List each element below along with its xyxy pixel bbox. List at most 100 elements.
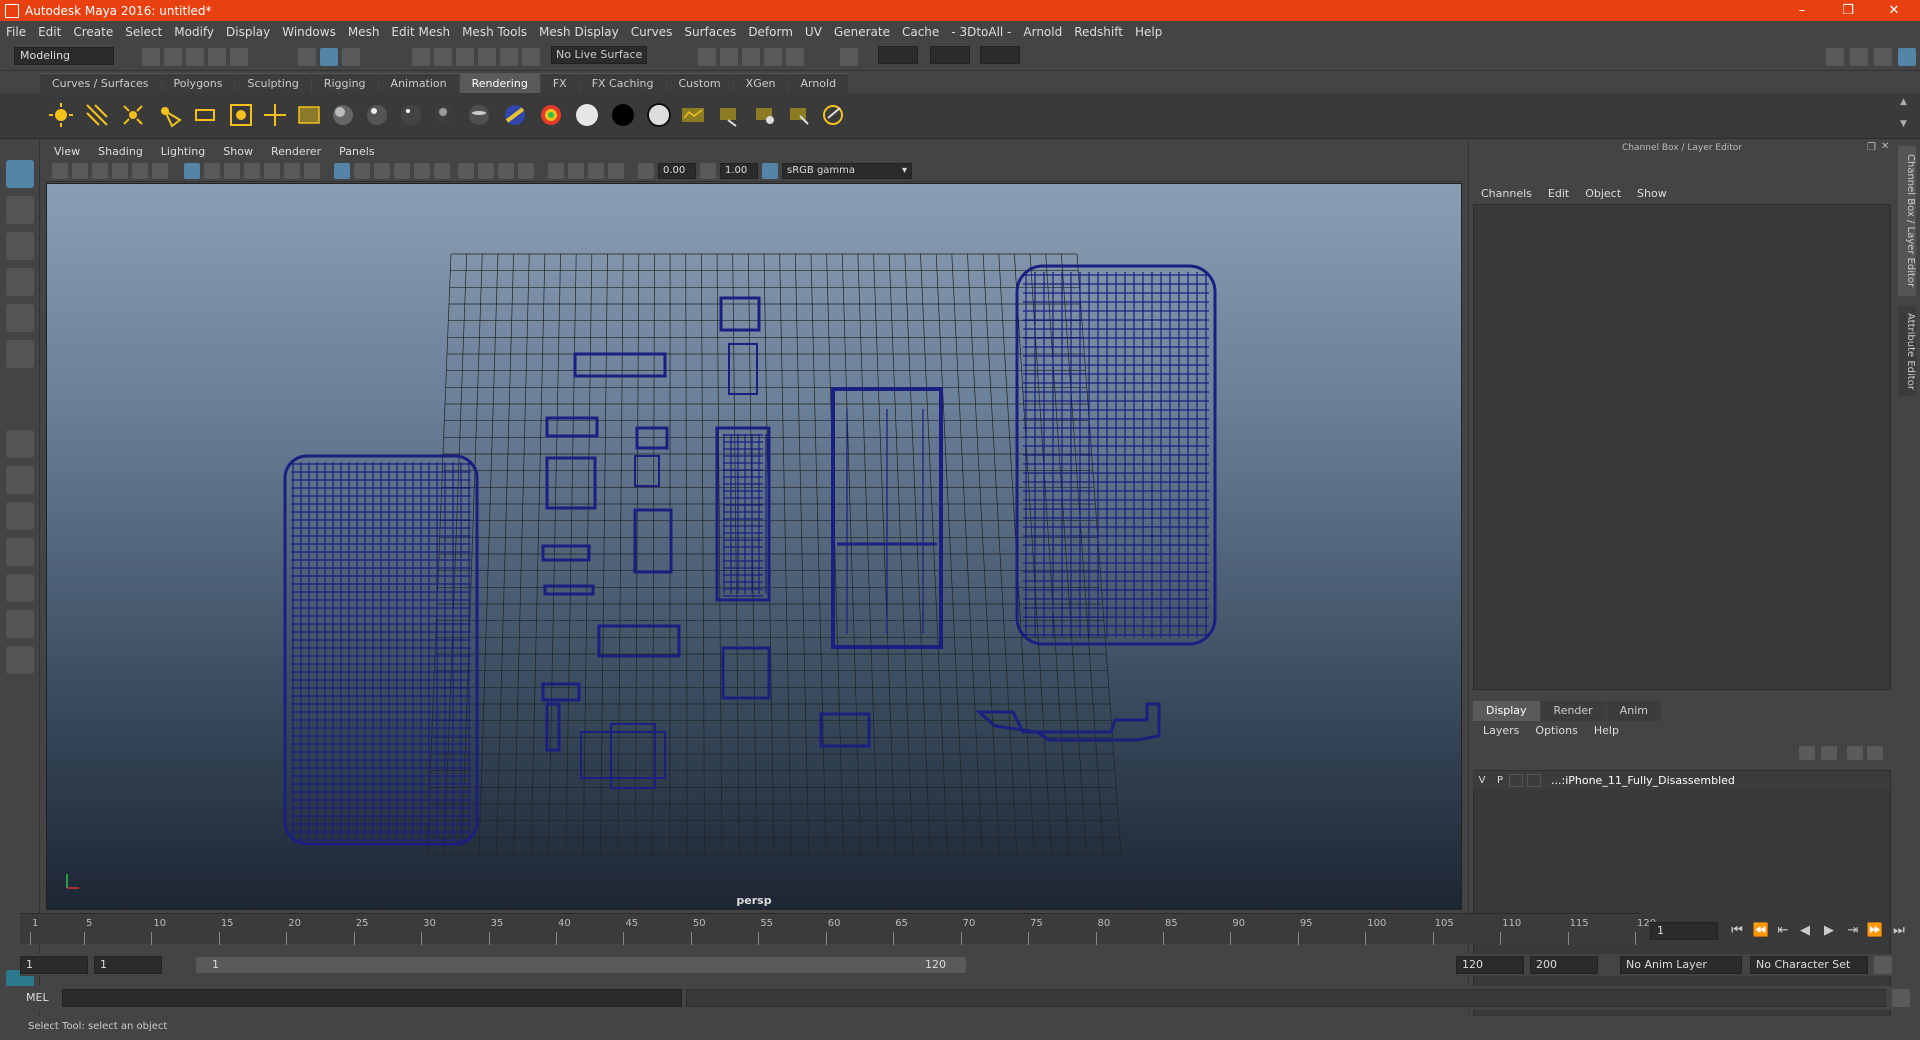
minimize-button[interactable]: –: [1779, 0, 1825, 21]
resolution-gate-icon[interactable]: [224, 163, 240, 179]
shelf-tab-rendering[interactable]: Rendering: [459, 73, 540, 93]
film-gate-icon[interactable]: [204, 163, 220, 179]
exposure-field[interactable]: 0.00: [658, 163, 696, 179]
side-tab-attribute-editor[interactable]: Attribute Editor: [1898, 306, 1916, 396]
paint-select-tool-icon[interactable]: [6, 232, 34, 260]
maximize-button[interactable]: ❐: [1825, 0, 1871, 21]
safe-title-icon[interactable]: [304, 163, 320, 179]
default-material-icon[interactable]: [374, 163, 390, 179]
toggle-tool-settings-icon[interactable]: [1874, 48, 1892, 66]
layer-playback-toggle[interactable]: P: [1491, 775, 1509, 786]
exposure-icon[interactable]: [638, 163, 654, 179]
playback-end-field[interactable]: 120: [1456, 956, 1524, 974]
area-light-icon[interactable]: [192, 102, 218, 128]
undo-icon[interactable]: [208, 48, 226, 66]
toggle-modeling-toolkit-icon[interactable]: [1826, 48, 1844, 66]
le-tab-anim[interactable]: Anim: [1606, 701, 1661, 721]
x-field[interactable]: [878, 46, 918, 64]
spot-light-icon[interactable]: [156, 102, 182, 128]
close-button[interactable]: ✕: [1871, 0, 1917, 21]
camera-select-icon[interactable]: [52, 163, 68, 179]
textured-icon[interactable]: [414, 163, 430, 179]
vp-menu-panels[interactable]: Panels: [339, 145, 374, 158]
z-field[interactable]: [980, 46, 1020, 64]
rotate-tool-icon[interactable]: [6, 304, 34, 332]
snap-curve-icon[interactable]: [434, 48, 452, 66]
menu-edit[interactable]: Edit: [38, 25, 61, 39]
grease-pencil-icon[interactable]: [152, 163, 168, 179]
menu-generate[interactable]: Generate: [834, 25, 890, 39]
menu-arnold[interactable]: Arnold: [1023, 25, 1062, 39]
persp-hypershade-layout-icon[interactable]: [6, 574, 34, 602]
shelf-tab-rigging[interactable]: Rigging: [311, 73, 378, 93]
render-layer-icon[interactable]: [680, 102, 706, 128]
side-tab-channel-box[interactable]: Channel Box / Layer Editor: [1898, 146, 1916, 296]
layout-options-icon[interactable]: [6, 646, 34, 674]
playback-start-field[interactable]: 1: [94, 956, 162, 974]
bookmark-icon[interactable]: [92, 163, 108, 179]
grid-toggle-icon[interactable]: [184, 163, 200, 179]
anim-layer-select[interactable]: No Anim Layer: [1620, 956, 1742, 974]
transform-mode-icon[interactable]: [840, 48, 858, 66]
cb-menu-show[interactable]: Show: [1637, 187, 1667, 200]
menu-edit-mesh[interactable]: Edit Mesh: [391, 25, 450, 39]
perspective-viewport[interactable]: persp: [46, 183, 1462, 910]
menu-select[interactable]: Select: [125, 25, 162, 39]
menu-help[interactable]: Help: [1135, 25, 1162, 39]
shelf-tab-animation[interactable]: Animation: [378, 73, 459, 93]
le-menu-help[interactable]: Help: [1594, 724, 1619, 737]
field-chart-icon[interactable]: [264, 163, 280, 179]
phong-icon[interactable]: [398, 102, 424, 128]
anisotropic-icon[interactable]: [466, 102, 492, 128]
step-back-frame-icon[interactable]: ⏪: [1752, 922, 1770, 940]
menu-uv[interactable]: UV: [805, 25, 822, 39]
layer-color-swatch[interactable]: [1527, 774, 1541, 787]
step-forward-key-icon[interactable]: ⇥: [1844, 922, 1862, 940]
live-surface-field[interactable]: No Live Surface: [551, 46, 647, 64]
directional-light-icon[interactable]: [84, 102, 110, 128]
go-to-start-icon[interactable]: ⏮: [1728, 922, 1746, 940]
snap-point-icon[interactable]: [456, 48, 474, 66]
animation-end-field[interactable]: 200: [1530, 956, 1598, 974]
four-view-layout-icon[interactable]: [6, 466, 34, 494]
save-scene-icon[interactable]: [186, 48, 204, 66]
new-empty-layer-icon[interactable]: [1847, 746, 1863, 760]
step-back-key-icon[interactable]: ⇤: [1774, 922, 1792, 940]
command-language-label[interactable]: MEL: [26, 991, 49, 1004]
animation-start-field[interactable]: 1: [20, 956, 88, 974]
vp-menu-shading[interactable]: Shading: [98, 145, 143, 158]
blinn-icon[interactable]: [364, 102, 390, 128]
render-frame-icon[interactable]: [720, 48, 738, 66]
layer-display-type[interactable]: [1509, 774, 1523, 787]
layer-visibility-toggle[interactable]: V: [1473, 775, 1491, 786]
menu-mesh[interactable]: Mesh: [348, 25, 380, 39]
xray-joints-icon[interactable]: [588, 163, 604, 179]
phongE-icon[interactable]: [432, 102, 458, 128]
menu-display[interactable]: Display: [226, 25, 270, 39]
lasso-tool-icon[interactable]: [6, 196, 34, 224]
mode-selector[interactable]: Modeling: [14, 47, 114, 65]
snap-live-icon[interactable]: [522, 48, 540, 66]
point-light-icon[interactable]: [120, 102, 146, 128]
view-transform-select[interactable]: sRGB gamma ▾: [782, 163, 912, 179]
menu-file[interactable]: File: [6, 25, 26, 39]
ambient-light-icon[interactable]: [48, 102, 74, 128]
two-d-pan-icon[interactable]: [132, 163, 148, 179]
move-tool-icon[interactable]: [6, 268, 34, 296]
shelf-tab-xgen[interactable]: XGen: [733, 73, 788, 93]
select-hierarchy-icon[interactable]: [298, 48, 316, 66]
float-panel-icon[interactable]: ❐: [1867, 142, 1876, 153]
cb-menu-channels[interactable]: Channels: [1481, 187, 1532, 200]
shelf-scroll-down-icon[interactable]: ▼: [1900, 119, 1907, 129]
xray-components-icon[interactable]: [608, 163, 624, 179]
xray-icon[interactable]: [568, 163, 584, 179]
shelf-tab-curves-surfaces[interactable]: Curves / Surfaces: [40, 73, 161, 93]
le-menu-layers[interactable]: Layers: [1483, 724, 1519, 737]
vp-menu-view[interactable]: View: [54, 145, 80, 158]
vp-menu-lighting[interactable]: Lighting: [161, 145, 205, 158]
play-backwards-icon[interactable]: ◀: [1796, 922, 1814, 940]
menu-modify[interactable]: Modify: [174, 25, 214, 39]
command-input[interactable]: [62, 989, 682, 1007]
camera-attributes-icon[interactable]: [72, 163, 88, 179]
image-plane-icon[interactable]: [112, 163, 128, 179]
